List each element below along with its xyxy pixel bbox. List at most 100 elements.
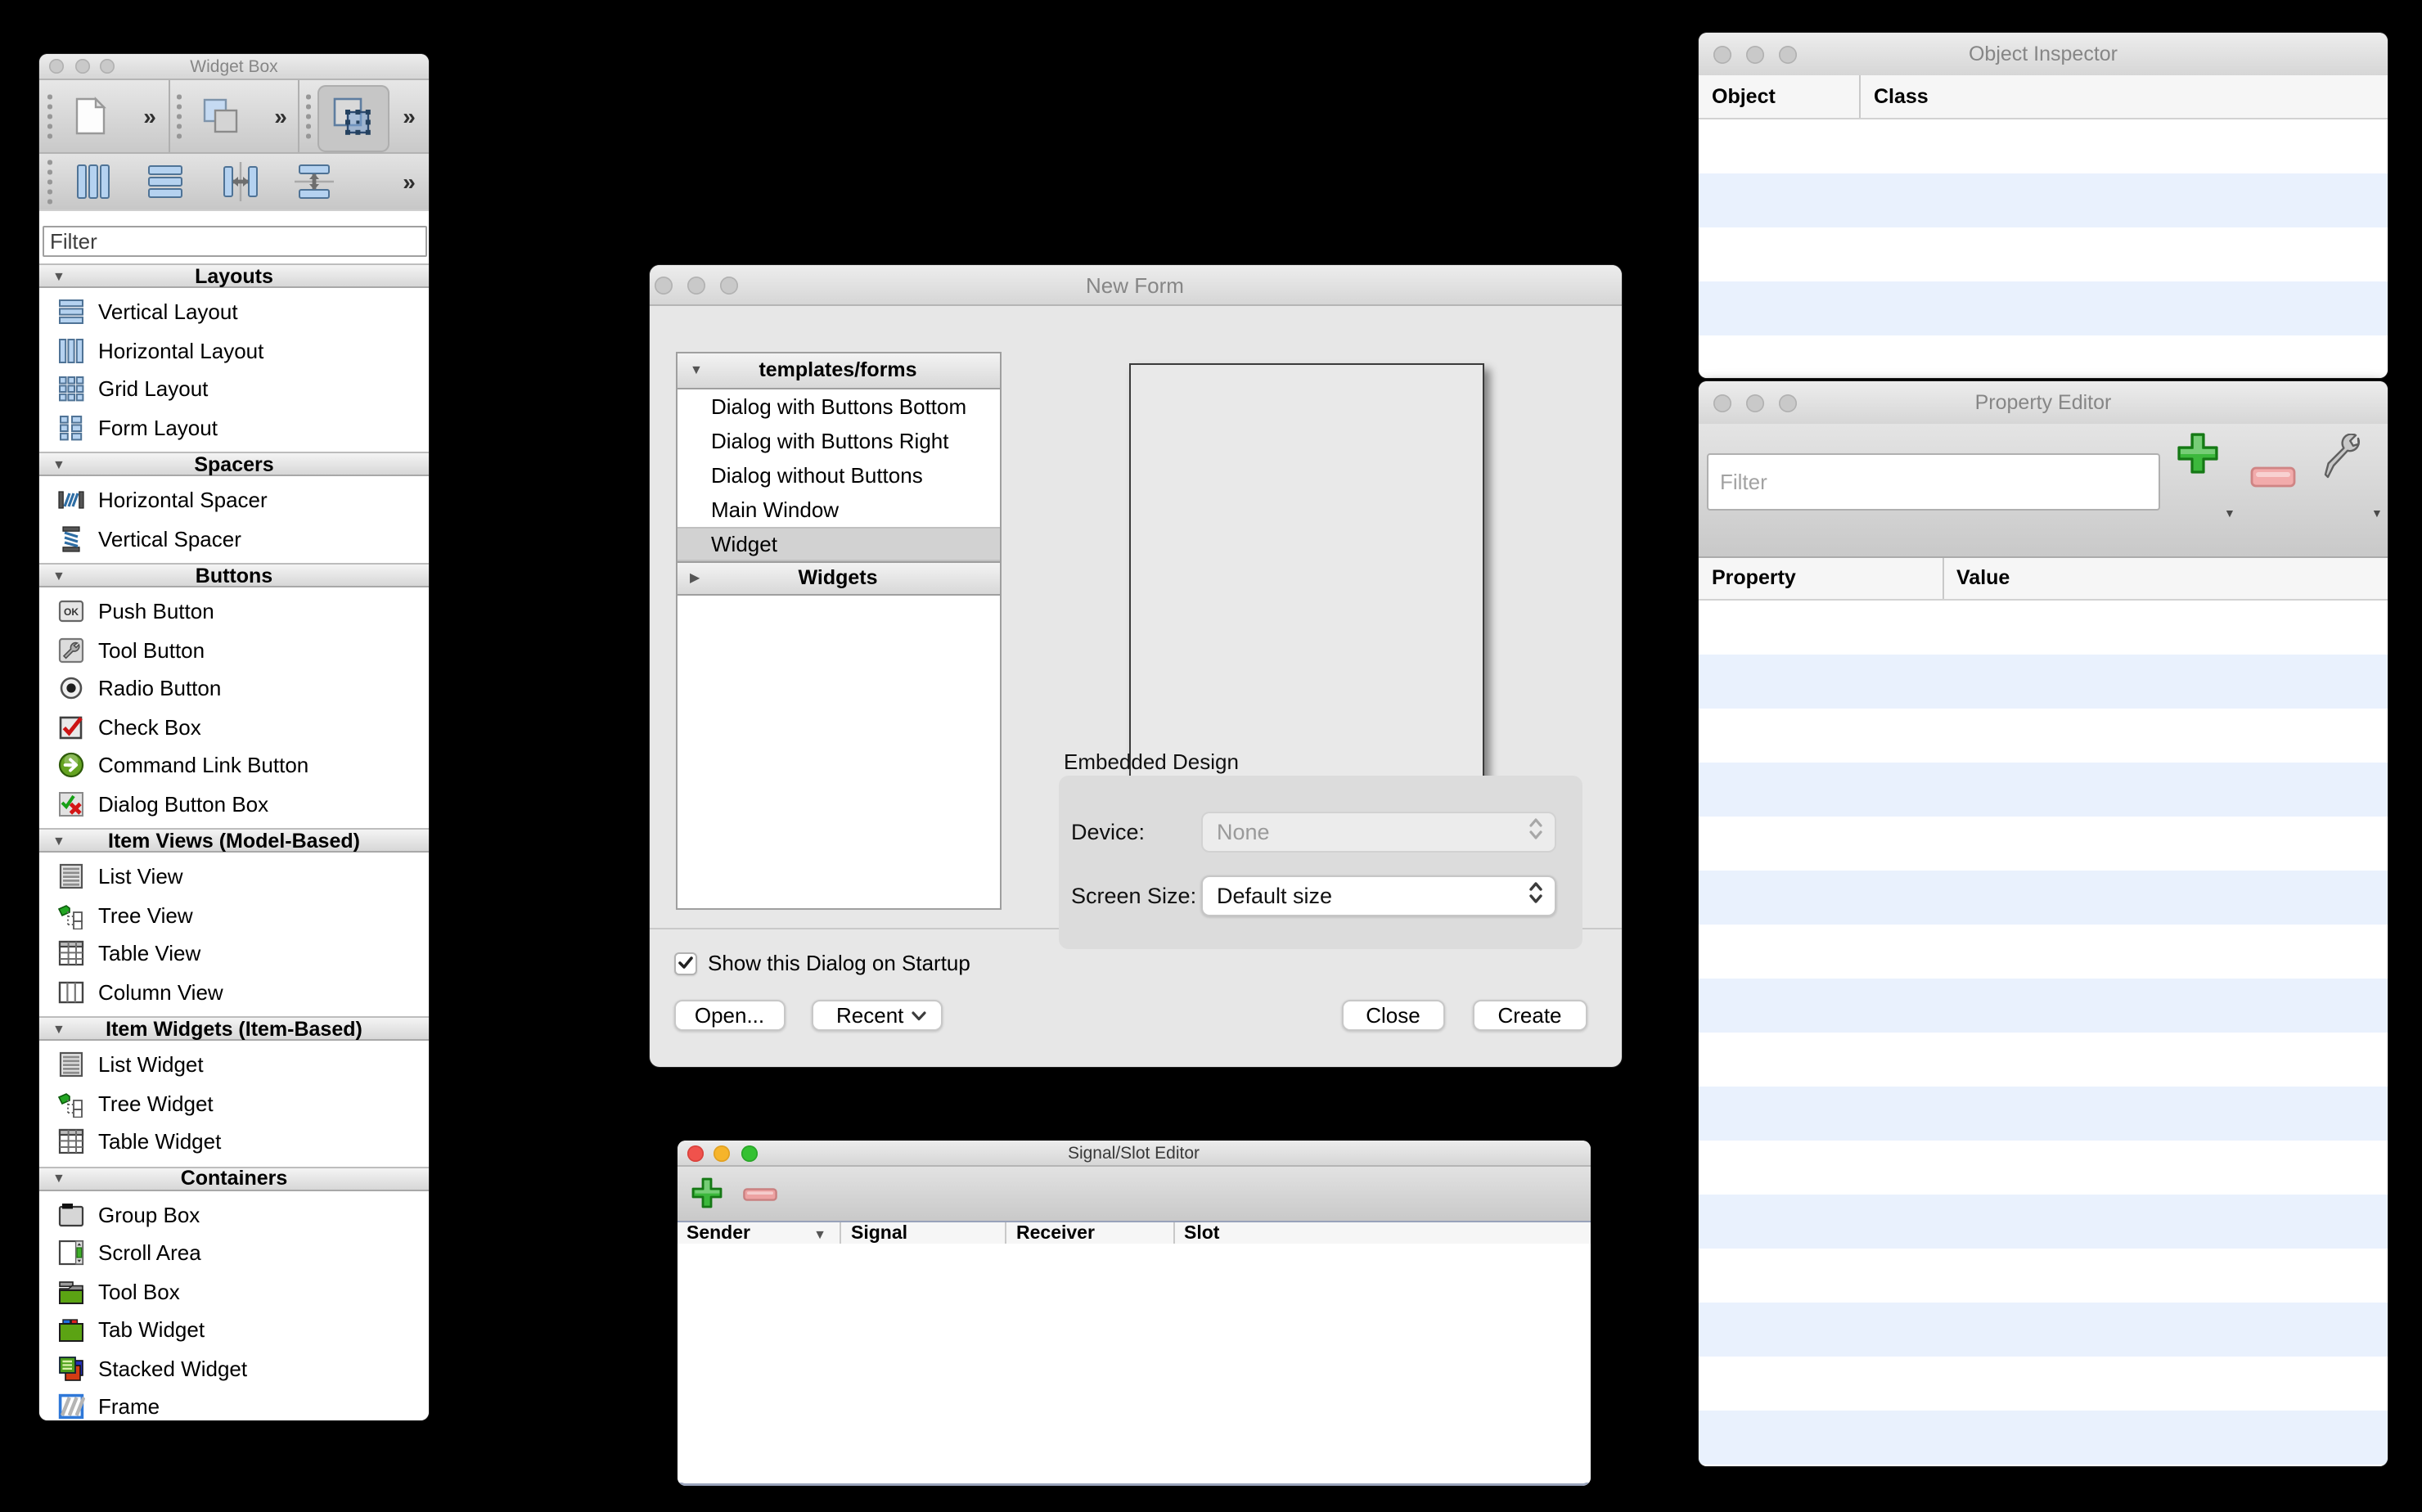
configure-menu-icon[interactable]: ▼ — [2371, 509, 2383, 520]
new-form-titlebar[interactable]: New Form — [649, 265, 1621, 306]
widget-item-push-button[interactable]: OKPush Button — [39, 592, 429, 631]
widget-item-horizontal-spacer[interactable]: Horizontal Spacer — [39, 481, 429, 520]
add-property-icon[interactable] — [2175, 430, 2221, 479]
show-dialog-startup-checkbox[interactable]: Show this Dialog on Startup — [673, 951, 970, 975]
column-header-class[interactable]: Class — [1861, 75, 2388, 118]
template-item-dialog-without-buttons[interactable]: Dialog without Buttons — [677, 457, 999, 492]
minimize-window-icon[interactable] — [687, 276, 705, 294]
edit-selection-icon[interactable] — [332, 97, 375, 139]
edit-widgets-icon[interactable] — [200, 95, 242, 137]
template-item-widget[interactable]: Widget — [677, 526, 999, 560]
column-header-slot[interactable]: Slot — [1174, 1222, 1591, 1245]
toolbar-overflow-chevron[interactable]: » — [265, 103, 295, 129]
widget-item-grid-layout[interactable]: Grid Layout — [39, 370, 429, 408]
zoom-window-icon[interactable] — [719, 276, 737, 294]
widget-item-stacked-widget[interactable]: Stacked Widget — [39, 1349, 429, 1388]
widget-item-list-widget[interactable]: List Widget — [39, 1046, 429, 1084]
toolbar-overflow-chevron[interactable]: » — [394, 103, 423, 129]
widget-item-form-layout[interactable]: Form Layout — [39, 408, 429, 447]
layout-hbars-icon[interactable] — [144, 160, 187, 203]
widget-item-check-box[interactable]: Check Box — [39, 708, 429, 746]
widget-box-titlebar[interactable]: Widget Box — [39, 54, 429, 80]
property-editor-titlebar[interactable]: Property Editor — [1699, 381, 2388, 425]
widget-item-radio-button[interactable]: Radio Button — [39, 669, 429, 708]
new-form-icon[interactable] — [69, 95, 111, 137]
template-item-dialog-with-buttons-bottom[interactable]: Dialog with Buttons Bottom — [677, 389, 999, 423]
close-window-icon[interactable] — [1713, 394, 1731, 412]
category-header-containers[interactable]: ▼Containers — [39, 1166, 429, 1190]
category-header-item-views-model-based[interactable]: ▼Item Views (Model-Based) — [39, 828, 429, 853]
column-header-object[interactable]: Object — [1699, 75, 1861, 118]
category-header-layouts[interactable]: ▼Layouts — [39, 263, 429, 288]
property-filter-input[interactable] — [1707, 453, 2160, 511]
screen-size-select[interactable]: Default size — [1200, 875, 1555, 916]
minimize-window-icon[interactable] — [1746, 394, 1764, 412]
minimize-window-icon[interactable] — [714, 1145, 730, 1161]
create-button[interactable]: Create — [1473, 1000, 1587, 1031]
template-item-main-window[interactable]: Main Window — [677, 492, 999, 526]
column-header-value[interactable]: Value — [1943, 557, 2388, 599]
widget-item-column-view[interactable]: Column View — [39, 973, 429, 1011]
widget-item-horizontal-layout[interactable]: Horizontal Layout — [39, 331, 429, 370]
zoom-window-icon[interactable] — [100, 59, 115, 74]
template-item-label: Dialog with Buttons Right — [711, 428, 949, 452]
recent-dropdown[interactable]: Recent — [812, 1000, 942, 1031]
widget-item-tree-widget[interactable]: Tree Widget — [39, 1084, 429, 1123]
minimize-window-icon[interactable] — [1746, 45, 1764, 63]
add-property-menu-icon[interactable]: ▼ — [2224, 509, 2235, 520]
widget-item-tree-view[interactable]: Tree View — [39, 896, 429, 934]
column-header-receiver[interactable]: Receiver — [1006, 1222, 1174, 1245]
remove-connection-icon[interactable] — [742, 1188, 777, 1201]
column-header-property[interactable]: Property — [1699, 557, 1943, 599]
remove-property-icon[interactable] — [2250, 466, 2296, 488]
widget-item-list-view[interactable]: List View — [39, 857, 429, 896]
widget-item-scroll-area[interactable]: Scroll Area — [39, 1234, 429, 1272]
signal-slot-titlebar[interactable]: Signal/Slot Editor — [677, 1141, 1591, 1167]
toolbar-overflow-chevron[interactable]: » — [134, 103, 164, 129]
layout-vbars-icon[interactable] — [71, 160, 114, 203]
close-window-icon[interactable] — [1713, 45, 1731, 63]
toolbar-drag-handle[interactable] — [306, 95, 310, 138]
widget-item-frame[interactable]: Frame — [39, 1388, 429, 1420]
widget-item-table-widget[interactable]: Table Widget — [39, 1123, 429, 1161]
widget-item-dialog-button-box[interactable]: Dialog Button Box — [39, 785, 429, 823]
object-inspector-titlebar[interactable]: Object Inspector — [1699, 33, 2388, 77]
toolbar-drag-handle[interactable] — [47, 160, 52, 204]
open-button[interactable]: Open... — [673, 1000, 786, 1031]
zoom-window-icon[interactable] — [1779, 45, 1797, 63]
column-header-signal[interactable]: Signal — [841, 1222, 1006, 1245]
widget-item-command-link-button[interactable]: Command Link Button — [39, 746, 429, 785]
checkbox-checked-icon[interactable] — [673, 952, 696, 974]
column-header-sender[interactable]: Sender▼ — [677, 1222, 841, 1245]
close-window-icon[interactable] — [687, 1145, 703, 1161]
tree-root-templates-forms[interactable]: ▼templates/forms — [677, 353, 999, 389]
vspacer-adjust-icon[interactable] — [292, 160, 335, 203]
template-item-dialog-with-buttons-right[interactable]: Dialog with Buttons Right — [677, 423, 999, 457]
add-connection-icon[interactable] — [690, 1177, 723, 1213]
widget-item-table-view[interactable]: Table View — [39, 934, 429, 973]
toolbar-overflow-chevron[interactable]: » — [394, 169, 423, 195]
zoom-window-icon[interactable] — [741, 1145, 757, 1161]
widget-item-vertical-layout[interactable]: Vertical Layout — [39, 293, 429, 331]
close-window-icon[interactable] — [49, 59, 64, 74]
widget-item-tool-box[interactable]: Tool Box — [39, 1272, 429, 1311]
toolbar-drag-handle[interactable] — [47, 95, 52, 138]
widget-filter-input[interactable] — [42, 226, 426, 257]
minimize-window-icon[interactable] — [74, 59, 89, 74]
category-header-buttons[interactable]: ▼Buttons — [39, 563, 429, 587]
device-select[interactable]: None — [1200, 811, 1555, 852]
tree-root-widgets[interactable]: ▶Widgets — [677, 560, 999, 596]
widget-item-group-box[interactable]: Group Box — [39, 1195, 429, 1234]
close-button[interactable]: Close — [1341, 1000, 1445, 1031]
widget-item-tab-widget[interactable]: Tab Widget — [39, 1311, 429, 1349]
close-window-icon[interactable] — [654, 276, 672, 294]
category-header-spacers[interactable]: ▼Spacers — [39, 452, 429, 476]
zoom-window-icon[interactable] — [1779, 394, 1797, 412]
widget-item-tool-button[interactable]: Tool Button — [39, 631, 429, 669]
toolbar-drag-handle[interactable] — [177, 95, 181, 138]
widget-item-vertical-spacer[interactable]: Vertical Spacer — [39, 520, 429, 558]
configure-icon[interactable] — [2322, 434, 2365, 483]
category-header-item-widgets-item-based[interactable]: ▼Item Widgets (Item-Based) — [39, 1016, 429, 1041]
connection-table-body — [677, 1244, 1591, 1483]
hspacer-adjust-icon[interactable] — [218, 160, 261, 203]
